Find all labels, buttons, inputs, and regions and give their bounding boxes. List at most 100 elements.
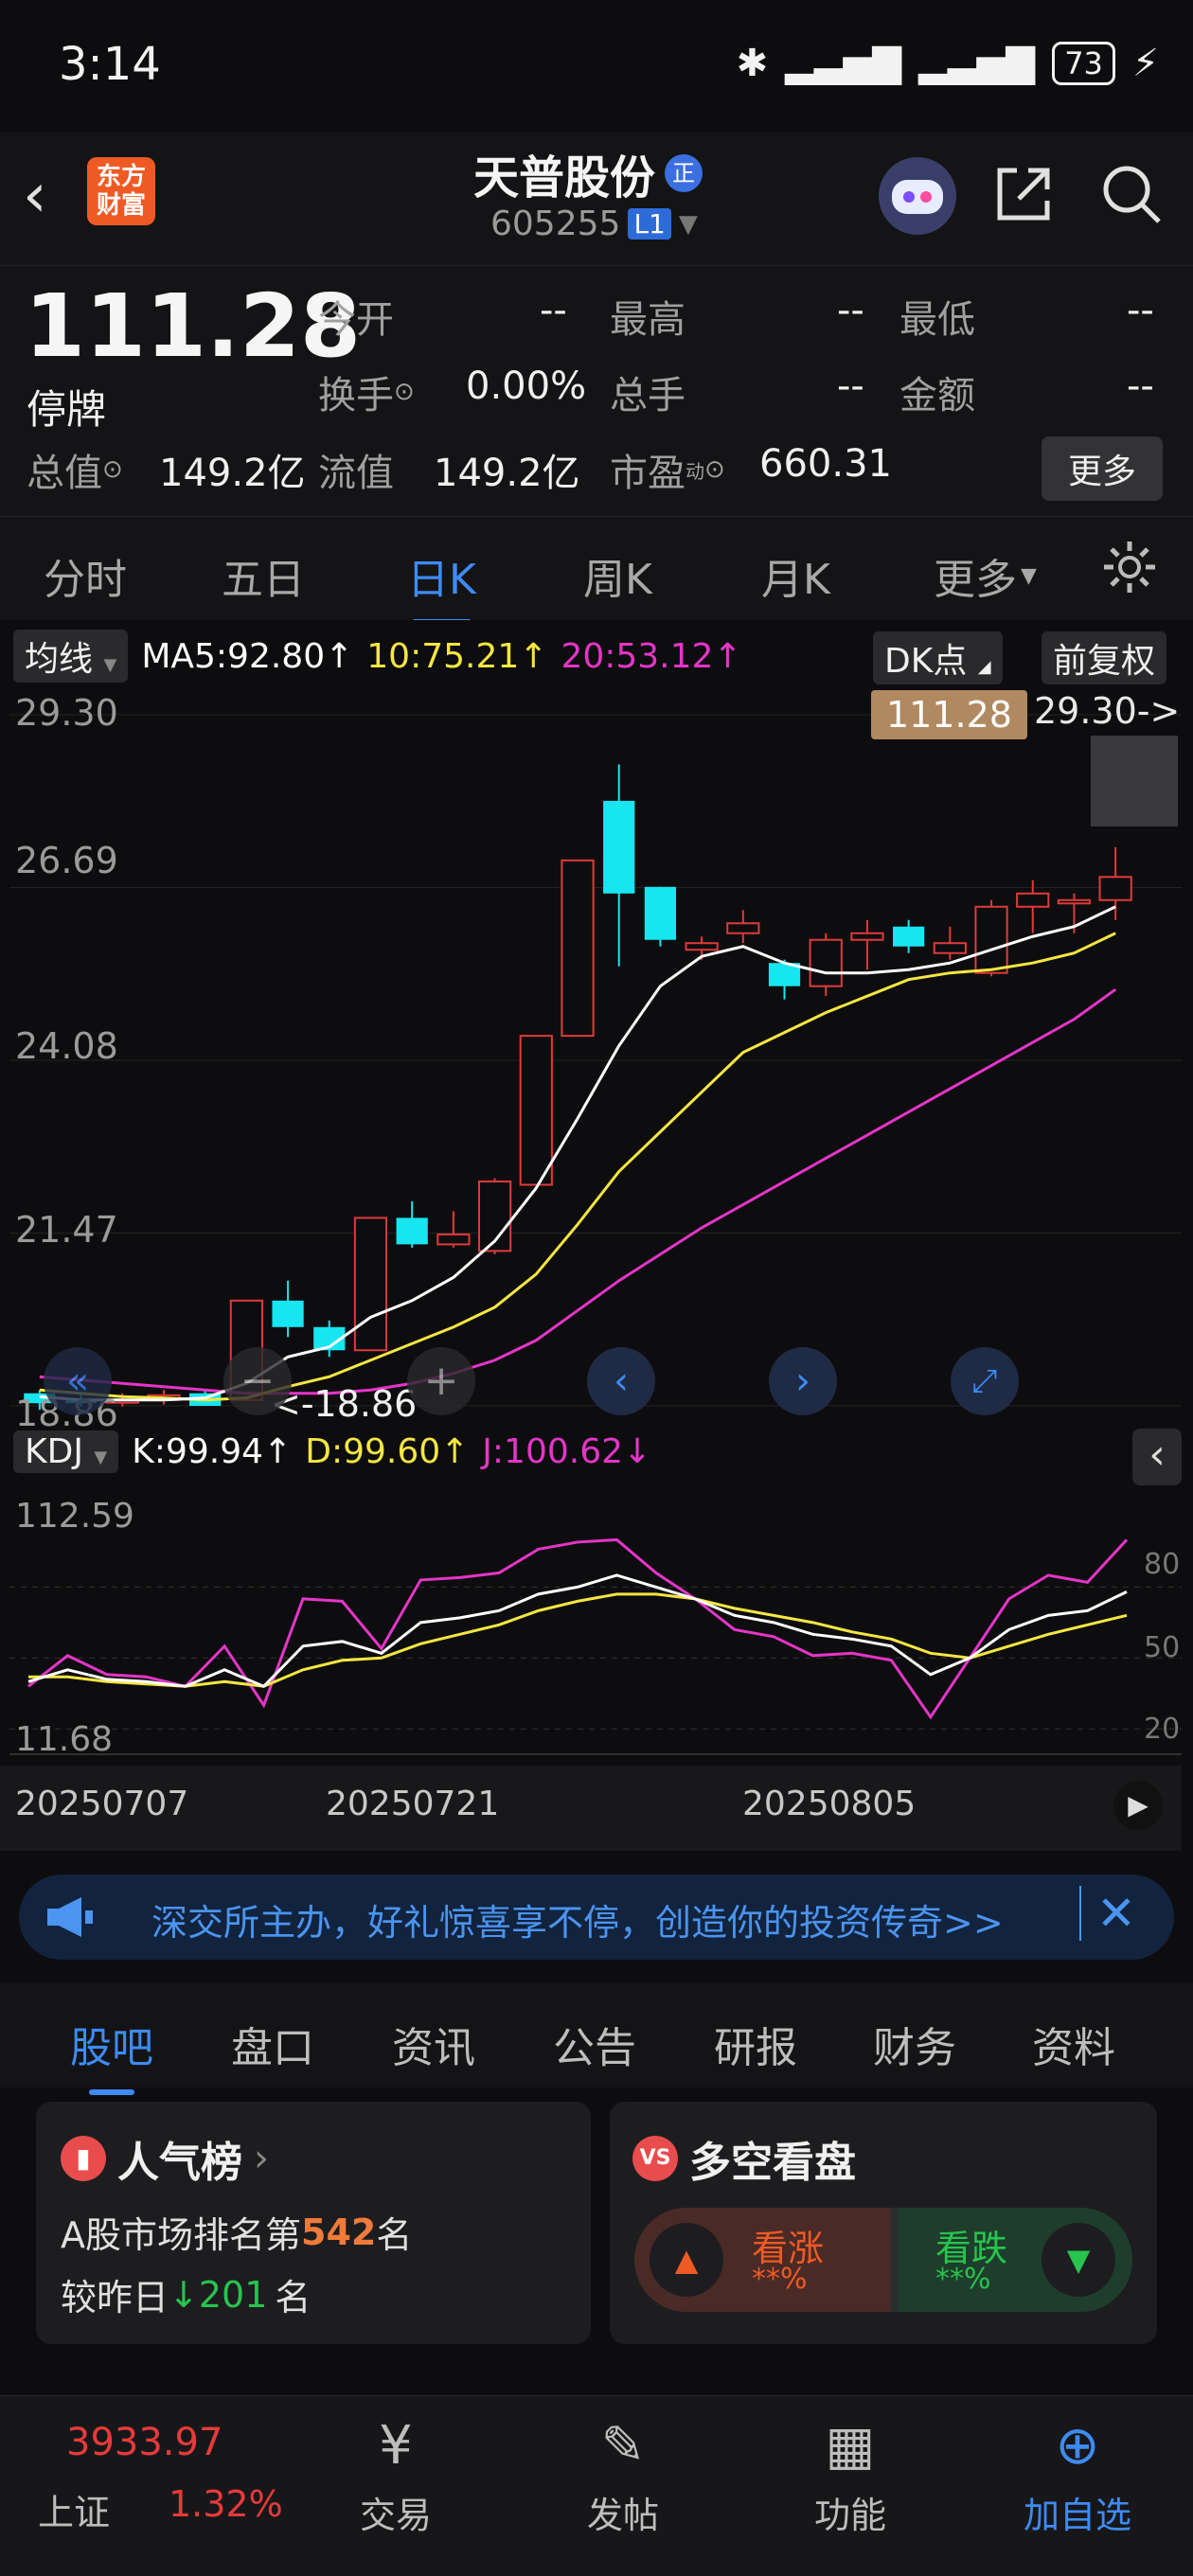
rank-change-line: 较昨日 ↓ 201 名 xyxy=(61,2268,311,2320)
robot-assistant-icon[interactable] xyxy=(879,157,956,235)
chevron-down-icon: ▼ xyxy=(94,1448,108,1467)
charging-icon: ⚡ xyxy=(1131,42,1159,85)
quote-label-low: 最低 xyxy=(899,298,975,342)
adjust-selector[interactable]: 前复权 xyxy=(1042,631,1167,684)
expand-icon[interactable]: ⤢ xyxy=(951,1347,1019,1415)
bear-segment[interactable]: 看跌 **% ▼ xyxy=(898,2208,1132,2312)
dk-point-button[interactable]: DK点 ◢ xyxy=(873,631,1003,684)
info-icon[interactable]: ⊙ xyxy=(394,378,415,406)
info-icon[interactable]: ⊙ xyxy=(704,455,725,484)
candle-body xyxy=(272,1300,304,1327)
tab-daily-k[interactable]: 日K xyxy=(407,545,476,625)
chevron-right-icon: › xyxy=(254,2137,269,2180)
rewind-icon[interactable]: « xyxy=(44,1347,112,1415)
tab-research[interactable]: 研报 xyxy=(714,2014,797,2074)
current-price: 111.28 xyxy=(25,275,362,377)
candlestick-chart[interactable] xyxy=(0,686,1193,1425)
scroll-indicator[interactable] xyxy=(1091,736,1178,826)
tab-monthly-k[interactable]: 月K xyxy=(761,545,830,606)
nav-functions[interactable]: ▦ 功能 xyxy=(775,2415,926,2538)
date-axis: 20250707 20250721 20250805 ▶ xyxy=(0,1766,1182,1851)
stock-header: ‹ 东方财富 天普股份 正 605255 L1 ▼ xyxy=(0,133,1193,265)
info-icon[interactable]: ⊙ xyxy=(102,455,123,484)
next-icon[interactable]: › xyxy=(769,1347,837,1415)
quote-label-high: 最高 xyxy=(610,298,686,342)
megaphone-icon xyxy=(44,1893,97,1945)
date-label-2: 20250805 xyxy=(742,1785,917,1823)
y-label-2: 24.08 xyxy=(15,1025,118,1067)
nav-add-watchlist-label: 加自选 xyxy=(1023,2495,1131,2536)
pe-superscript: 动 xyxy=(686,459,704,483)
chevron-down-icon: ▼ xyxy=(678,209,698,239)
down-arrow-icon: ↓ xyxy=(169,2273,199,2316)
nav-functions-label: 功能 xyxy=(813,2495,886,2536)
nav-post[interactable]: ✎ 发帖 xyxy=(547,2415,699,2538)
bull-pct: **% xyxy=(752,2263,808,2296)
y-label-1: 26.69 xyxy=(15,840,118,881)
more-button[interactable]: 更多 xyxy=(1042,436,1164,501)
tab-announcements[interactable]: 公告 xyxy=(553,2014,636,2074)
tab-guba[interactable]: 股吧 xyxy=(70,2014,153,2095)
quote-value-low: -- xyxy=(1127,289,1154,332)
nav-add-watchlist[interactable]: ⊕ 加自选 xyxy=(1002,2415,1153,2538)
signal-icon-2: ▂▃▅▇ xyxy=(918,42,1036,85)
candle-body xyxy=(893,926,925,947)
tab-intraday[interactable]: 分时 xyxy=(44,545,127,606)
tab-finance[interactable]: 财务 xyxy=(873,2014,956,2074)
sentiment-header: VS 多空看盘 xyxy=(632,2128,856,2189)
date-label-0: 20250707 xyxy=(15,1785,189,1823)
y-label-0: 29.30 xyxy=(15,692,118,734)
bull-segment[interactable]: ▲ 看涨 **% xyxy=(634,2208,890,2312)
content-tabs: 股吧 盘口 资讯 公告 研报 财务 资料 xyxy=(0,1983,1193,2095)
bottom-nav: 3933.97 上证 1.32% ¥ 交易 ✎ 发帖 ▦ 功能 ⊕ 加自选 xyxy=(0,2395,1193,2576)
indicator-selector[interactable]: KDJ ▼ xyxy=(13,1430,119,1473)
ma-legend: 均线 ▼ MA5:92.80↑ 10:75.21↑ 20:53.12↑ xyxy=(13,630,742,683)
bear-pct: **% xyxy=(935,2263,991,2296)
zoom-out-icon[interactable]: − xyxy=(223,1347,292,1415)
turnover-label-text: 换手 xyxy=(318,374,394,417)
index-value[interactable]: 3933.97 xyxy=(66,2421,223,2464)
kdj-legend: KDJ ▼ K:99.94↑ D:99.60↑ J:100.62↓ xyxy=(13,1430,651,1473)
yen-icon: ¥ xyxy=(379,2415,413,2477)
stock-name: 天普股份 xyxy=(473,151,656,204)
settings-gear-icon[interactable] xyxy=(1100,538,1159,600)
promo-banner[interactable]: 深交所主办，好礼惊喜享不停，创造你的投资传奇>> ✕ xyxy=(19,1874,1174,1960)
collapse-panel-icon[interactable]: ‹ xyxy=(1132,1429,1182,1485)
kdj-j-value: J:100.62↓ xyxy=(482,1432,652,1471)
index-change: 1.32% xyxy=(169,2483,283,2525)
bull-arrow-icon: ▲ xyxy=(650,2223,723,2297)
share-icon[interactable] xyxy=(990,161,1057,231)
tab-more[interactable]: 更多 ▼ xyxy=(934,545,1037,606)
candle-body xyxy=(1016,892,1050,908)
rank-line: A股市场排名第 542 名 xyxy=(61,2206,412,2258)
nav-trade[interactable]: ¥ 交易 xyxy=(320,2415,472,2538)
candle-body xyxy=(644,886,677,940)
status-bar: 3:14 ✱ ▂▃▅▇ ▂▃▅▇ 73 ⚡ xyxy=(0,0,1193,133)
tab-five-day[interactable]: 五日 xyxy=(222,545,305,606)
nav-trade-label: 交易 xyxy=(359,2495,432,2536)
search-icon[interactable] xyxy=(1098,161,1165,231)
ma-selector[interactable]: 均线 ▼ xyxy=(13,630,129,683)
stock-title: 天普股份 正 xyxy=(473,140,703,206)
tab-news[interactable]: 资讯 xyxy=(392,2014,475,2074)
back-icon[interactable]: ‹ xyxy=(23,161,47,231)
candle-body xyxy=(1098,876,1132,901)
tab-weekly-k[interactable]: 周K xyxy=(583,545,652,606)
prev-icon[interactable]: ‹ xyxy=(587,1347,655,1415)
kdj-d-value: D:99.60↑ xyxy=(305,1432,470,1471)
y-label-3: 21.47 xyxy=(15,1209,118,1251)
stock-code-row[interactable]: 605255 L1 ▼ xyxy=(490,204,698,243)
dk-point-label: DK点 xyxy=(884,642,968,681)
play-icon[interactable]: ▶ xyxy=(1113,1781,1163,1830)
zoom-in-icon[interactable]: + xyxy=(407,1347,475,1415)
tab-profile[interactable]: 资料 xyxy=(1032,2014,1115,2074)
tab-pankou[interactable]: 盘口 xyxy=(231,2014,314,2074)
tab-more-label: 更多 xyxy=(934,556,1017,604)
candle-body xyxy=(353,1217,388,1352)
kdj-chart[interactable] xyxy=(0,1491,1193,1766)
candle-body xyxy=(603,800,635,894)
close-icon[interactable]: ✕ xyxy=(1079,1886,1136,1941)
candle-body xyxy=(561,859,595,1038)
ma10-value: 10:75.21↑ xyxy=(366,636,548,676)
popularity-card[interactable]: ▮ 人气榜 › A股市场排名第 542 名 较昨日 ↓ 201 名 xyxy=(36,2102,591,2344)
